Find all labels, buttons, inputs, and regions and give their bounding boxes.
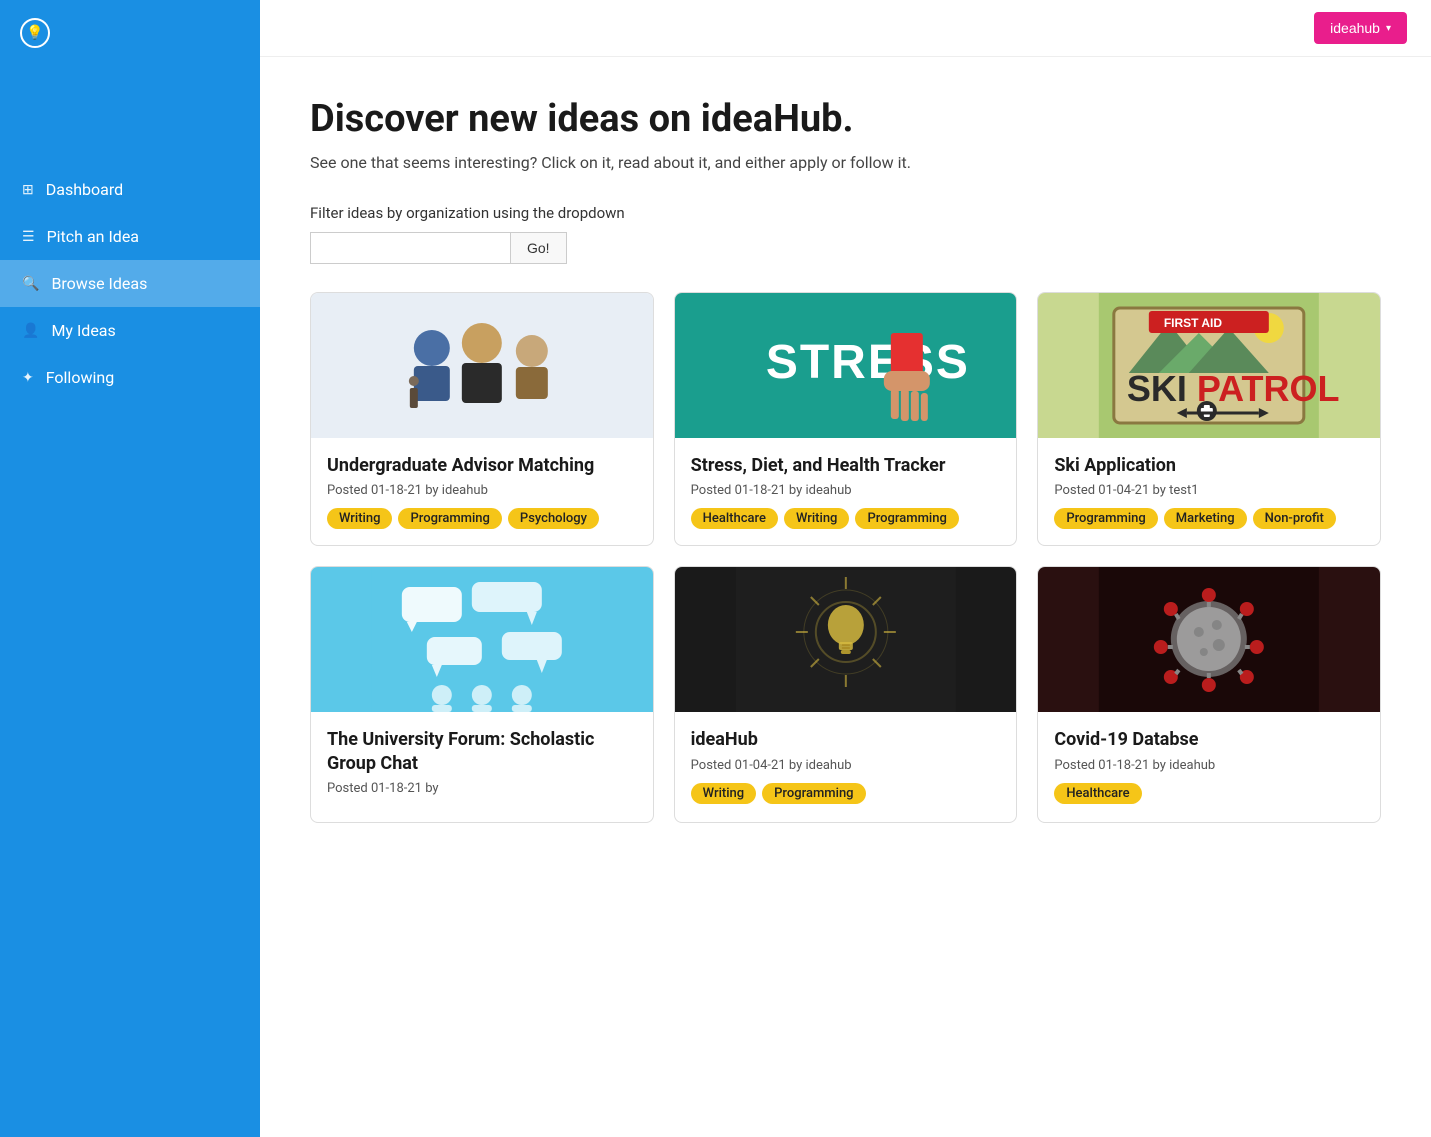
card-title: Covid-19 Databse	[1054, 728, 1364, 751]
sidebar-item-dashboard[interactable]: ⊞ Dashboard	[0, 166, 260, 213]
card-title: Stress, Diet, and Health Tracker	[691, 454, 1001, 477]
card-university-forum[interactable]: The University Forum: Scholastic Group C…	[310, 566, 654, 823]
card-body: Covid-19 Databse Posted 01-18-21 by idea…	[1038, 712, 1380, 819]
page-title: Discover new ideas on ideaHub.	[310, 97, 1381, 141]
card-tags: Healthcare	[1054, 783, 1364, 804]
sidebar-item-label: Pitch an Idea	[47, 227, 139, 246]
filter-section: Filter ideas by organization using the d…	[310, 204, 1381, 264]
pitch-icon: ☰	[22, 229, 35, 245]
svg-text:SKI: SKI	[1127, 368, 1187, 409]
card-stress-tracker[interactable]: STRESS Stress, Diet, and Health Tracker …	[674, 292, 1018, 546]
dashboard-icon: ⊞	[22, 182, 34, 198]
sidebar-item-following[interactable]: ✦ Following	[0, 354, 260, 401]
tag: Psychology	[508, 508, 599, 529]
card-tags: Programming Marketing Non-profit	[1054, 508, 1364, 529]
cards-grid: Undergraduate Advisor Matching Posted 01…	[310, 292, 1381, 823]
sidebar-item-pitch-idea[interactable]: ☰ Pitch an Idea	[0, 213, 260, 260]
filter-row: Go!	[310, 232, 1381, 264]
card-meta: Posted 01-04-21 by ideahub	[691, 758, 1001, 773]
logo-icon: 💡	[20, 18, 50, 48]
user-menu-button[interactable]: ideahub ▾	[1314, 12, 1407, 44]
card-meta: Posted 01-18-21 by ideahub	[691, 483, 1001, 498]
card-meta: Posted 01-18-21 by ideahub	[1054, 758, 1364, 773]
page-subtitle: See one that seems interesting? Click on…	[310, 153, 1381, 172]
sidebar-nav: ⊞ Dashboard ☰ Pitch an Idea 🔍 Browse Ide…	[0, 166, 260, 401]
card-body: The University Forum: Scholastic Group C…	[311, 712, 653, 822]
tag: Programming	[1054, 508, 1157, 529]
tag: Programming	[762, 783, 865, 804]
card-title: ideaHub	[691, 728, 1001, 751]
card-ski-application[interactable]: FIRST AID SKI PATROL Ski Application Pos…	[1037, 292, 1381, 546]
browse-icon: 🔍	[22, 276, 39, 292]
card-tags: Writing Programming Psychology	[327, 508, 637, 529]
tag: Non-profit	[1253, 508, 1336, 529]
svg-text:PATROL: PATROL	[1197, 368, 1340, 409]
card-title: Undergraduate Advisor Matching	[327, 454, 637, 477]
sidebar-item-label: Browse Ideas	[51, 274, 147, 293]
chevron-down-icon: ▾	[1386, 23, 1391, 34]
main-content: ideahub ▾ Discover new ideas on ideaHub.…	[260, 0, 1431, 1137]
topbar: ideahub ▾	[260, 0, 1431, 57]
user-menu-label: ideahub	[1330, 20, 1380, 36]
my-ideas-icon: 👤	[22, 323, 39, 339]
card-tags: Writing Programming	[691, 783, 1001, 804]
card-covid-database[interactable]: Covid-19 Databse Posted 01-18-21 by idea…	[1037, 566, 1381, 823]
card-meta: Posted 01-18-21 by	[327, 781, 637, 796]
card-title: The University Forum: Scholastic Group C…	[327, 728, 637, 775]
following-icon: ✦	[22, 370, 34, 386]
sidebar-item-my-ideas[interactable]: 👤 My Ideas	[0, 307, 260, 354]
tag: Programming	[398, 508, 501, 529]
sidebar-item-label: Following	[46, 368, 114, 387]
filter-input[interactable]	[310, 232, 510, 264]
card-body: ideaHub Posted 01-04-21 by ideahub Writi…	[675, 712, 1017, 819]
card-ideahub[interactable]: ideaHub Posted 01-04-21 by ideahub Writi…	[674, 566, 1018, 823]
card-body: Undergraduate Advisor Matching Posted 01…	[311, 438, 653, 545]
tag: Healthcare	[1054, 783, 1141, 804]
filter-go-button[interactable]: Go!	[510, 232, 567, 264]
sidebar-item-browse-ideas[interactable]: 🔍 Browse Ideas	[0, 260, 260, 307]
tag: Writing	[784, 508, 849, 529]
card-meta: Posted 01-04-21 by test1	[1054, 483, 1364, 498]
card-body: Ski Application Posted 01-04-21 by test1…	[1038, 438, 1380, 545]
tag: Programming	[855, 508, 958, 529]
filter-label: Filter ideas by organization using the d…	[310, 204, 1381, 222]
sidebar-logo: 💡	[0, 0, 260, 66]
card-body: Stress, Diet, and Health Tracker Posted …	[675, 438, 1017, 545]
page-content: Discover new ideas on ideaHub. See one t…	[260, 57, 1431, 1137]
tag: Writing	[327, 508, 392, 529]
svg-text:FIRST AID: FIRST AID	[1164, 316, 1223, 330]
tag: Healthcare	[691, 508, 778, 529]
sidebar: 💡 ⊞ Dashboard ☰ Pitch an Idea 🔍 Browse I…	[0, 0, 260, 1137]
svg-text:STRESS: STRESS	[765, 336, 969, 389]
sidebar-item-label: Dashboard	[46, 180, 123, 199]
sidebar-item-label: My Ideas	[51, 321, 115, 340]
card-tags: Healthcare Writing Programming	[691, 508, 1001, 529]
card-title: Ski Application	[1054, 454, 1364, 477]
card-meta: Posted 01-18-21 by ideahub	[327, 483, 637, 498]
card-advisor-matching[interactable]: Undergraduate Advisor Matching Posted 01…	[310, 292, 654, 546]
tag: Writing	[691, 783, 756, 804]
tag: Marketing	[1164, 508, 1247, 529]
